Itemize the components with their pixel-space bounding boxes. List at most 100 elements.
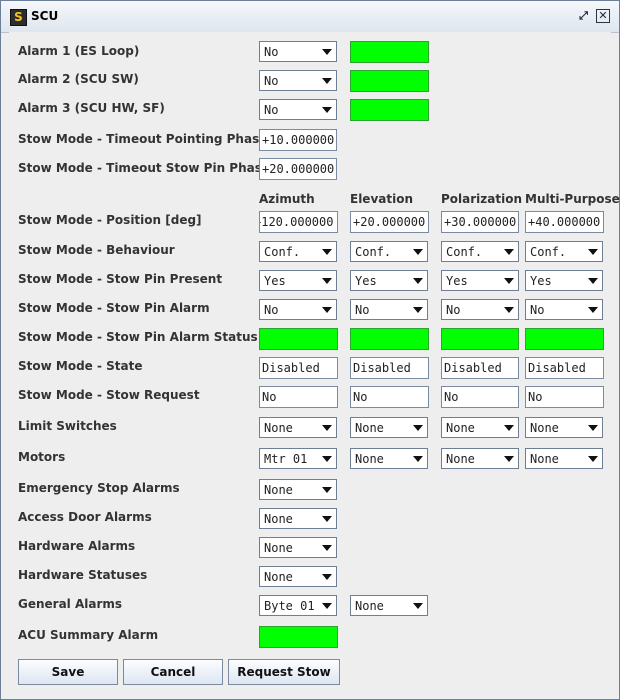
limit-elevation-select[interactable]: None [350,417,428,438]
label-state: Stow Mode - State [18,359,143,373]
chevron-down-icon [320,510,333,527]
label-acu-summary: ACU Summary Alarm [18,628,159,642]
chevron-down-icon [502,450,515,467]
chevron-down-icon [502,243,515,260]
limit-polarization-select[interactable]: None [441,417,519,438]
state-azimuth-field: Disabled [259,357,338,379]
pin-present-elevation-select[interactable]: Yes [350,270,428,291]
chevron-down-icon [320,43,333,60]
column-header-azimuth: Azimuth [259,192,315,206]
chevron-down-icon [320,301,333,318]
pin-alarm-status-multi-purpose-indicator [525,328,604,350]
pin-alarm-multi-purpose-select[interactable]: No [525,299,603,320]
label-hw-statuses: Hardware Statuses [18,568,148,582]
label-pin-alarm: Stow Mode - Stow Pin Alarm [18,301,210,315]
label-timeout-pointing: Stow Mode - Timeout Pointing Phase [s] [18,132,290,146]
label-behaviour: Stow Mode - Behaviour [18,243,175,257]
chevron-down-icon [320,243,333,260]
hw-statuses-select[interactable]: None [259,566,337,587]
cancel-button[interactable]: Cancel [123,659,223,685]
pin-present-multi-purpose-select[interactable]: Yes [525,270,603,291]
request-multi-purpose-field: No [525,386,604,408]
general-alarms-byte-select[interactable]: Byte 01 [259,595,337,616]
acu-summary-indicator [259,626,338,648]
behaviour-azimuth-select[interactable]: Conf. [259,241,337,262]
label-hw-alarms: Hardware Alarms [18,539,136,553]
label-access-door: Access Door Alarms [18,510,152,524]
timeout-pointing-field[interactable]: +10.000000 [259,129,337,151]
chevron-down-icon [411,272,424,289]
request-stow-button[interactable]: Request Stow [228,659,340,685]
label-alarm1: Alarm 1 (ES Loop) [18,44,140,58]
state-multi-purpose-field: Disabled [525,357,604,379]
column-header-elevation: Elevation [350,192,414,206]
position-azimuth-field[interactable]: +120.000000 [259,211,338,233]
alarm3-select[interactable]: No [259,99,337,120]
chevron-down-icon [320,419,333,436]
motors-elevation-select[interactable]: None [350,448,428,469]
position-polarization-field[interactable]: +30.000000 [441,211,519,233]
chevron-down-icon [411,419,424,436]
pin-alarm-status-azimuth-indicator [259,328,338,350]
label-pin-alarm-status: Stow Mode - Stow Pin Alarm Status [18,330,258,344]
behaviour-multi-purpose-select[interactable]: Conf. [525,241,603,262]
chevron-down-icon [320,568,333,585]
chevron-down-icon [320,597,333,614]
close-icon[interactable]: ✕ [596,9,610,23]
request-elevation-field: No [350,386,429,408]
position-elevation-field[interactable]: +20.000000 [350,211,429,233]
chevron-down-icon [320,539,333,556]
pin-alarm-elevation-select[interactable]: No [350,299,428,320]
motors-azimuth-select[interactable]: Mtr 01 [259,448,337,469]
limit-azimuth-select[interactable]: None [259,417,337,438]
column-header-polarization: Polarization [441,192,522,206]
pin-alarm-azimuth-select[interactable]: No [259,299,337,320]
label-limit-switches: Limit Switches [18,419,117,433]
label-request: Stow Mode - Stow Request [18,388,200,402]
chevron-down-icon [411,450,424,467]
label-alarm2: Alarm 2 (SCU SW) [18,72,139,86]
label-pin-present: Stow Mode - Stow Pin Present [18,272,223,286]
behaviour-elevation-select[interactable]: Conf. [350,241,428,262]
pin-present-azimuth-select[interactable]: Yes [259,270,337,291]
state-polarization-field: Disabled [441,357,519,379]
save-button[interactable]: Save [18,659,118,685]
chevron-down-icon [502,301,515,318]
label-motors: Motors [18,450,66,464]
timeout-pin-field[interactable]: +20.000000 [259,158,337,180]
label-general-alarms: General Alarms [18,597,123,611]
chevron-down-icon [502,272,515,289]
chevron-down-icon [586,301,599,318]
estop-select[interactable]: None [259,479,337,500]
app-icon: S [10,9,27,26]
general-alarms-bit-select[interactable]: None [350,595,428,616]
alarm1-select[interactable]: No [259,41,337,62]
limit-multi-purpose-select[interactable]: None [525,417,603,438]
position-multi-purpose-field[interactable]: +40.000000 [525,211,604,233]
restore-icon[interactable]: ⤢ [577,9,590,22]
alarm3-indicator [350,99,429,121]
motors-multi-purpose-select[interactable]: None [525,448,603,469]
chevron-down-icon [320,72,333,89]
request-polarization-field: No [441,386,519,408]
scu-panel: Alarm 1 (ES Loop) Alarm 2 (SCU SW) Alarm… [9,32,620,692]
behaviour-polarization-select[interactable]: Conf. [441,241,519,262]
alarm2-select[interactable]: No [259,70,337,91]
window-title: SCU [31,9,59,23]
chevron-down-icon [320,101,333,118]
alarm1-indicator [350,41,429,63]
chevron-down-icon [411,597,424,614]
hw-alarms-select[interactable]: None [259,537,337,558]
pin-alarm-status-elevation-indicator [350,328,429,350]
pin-present-polarization-select[interactable]: Yes [441,270,519,291]
column-header-multi-purpose: Multi-Purpose [525,192,620,206]
request-azimuth-field: No [259,386,338,408]
motors-polarization-select[interactable]: None [441,448,519,469]
chevron-down-icon [502,419,515,436]
pin-alarm-polarization-select[interactable]: No [441,299,519,320]
label-alarm3: Alarm 3 (SCU HW, SF) [18,101,165,115]
chevron-down-icon [586,450,599,467]
access-door-select[interactable]: None [259,508,337,529]
title-bar: S SCU ⤢ ✕ [1,1,619,33]
chevron-down-icon [586,419,599,436]
